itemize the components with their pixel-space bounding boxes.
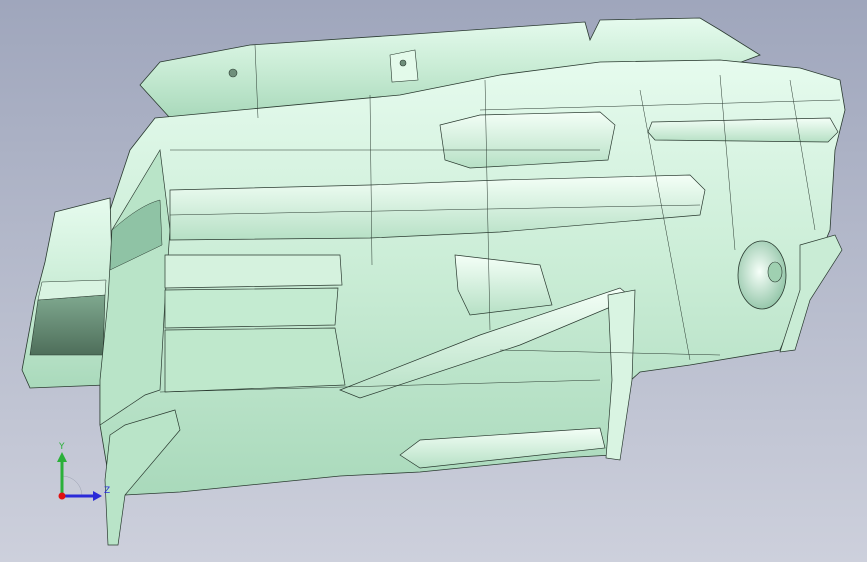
z-axis-label: Z: [104, 486, 110, 496]
axis-triad: Y Z: [57, 442, 110, 501]
shelf-2: [164, 287, 339, 329]
top-hole-1: [228, 68, 238, 78]
top-hole-2: [399, 59, 407, 67]
cad-viewport[interactable]: Y Z: [0, 0, 867, 562]
shelf-1: [164, 254, 343, 289]
triad-plane-indicator: [61, 475, 83, 497]
triad-origin: [58, 492, 66, 500]
inner-pocket: [99, 148, 171, 426]
rib-upper: [439, 111, 616, 169]
y-axis-label: Y: [58, 442, 65, 452]
left-flange-dark-band: [29, 294, 106, 356]
z-axis-arrow-icon: [93, 491, 102, 501]
rib-upper-right: [647, 117, 839, 143]
shelf-3: [164, 327, 346, 393]
part-model[interactable]: [0, 0, 867, 562]
y-axis-arrow-icon: [57, 452, 67, 462]
